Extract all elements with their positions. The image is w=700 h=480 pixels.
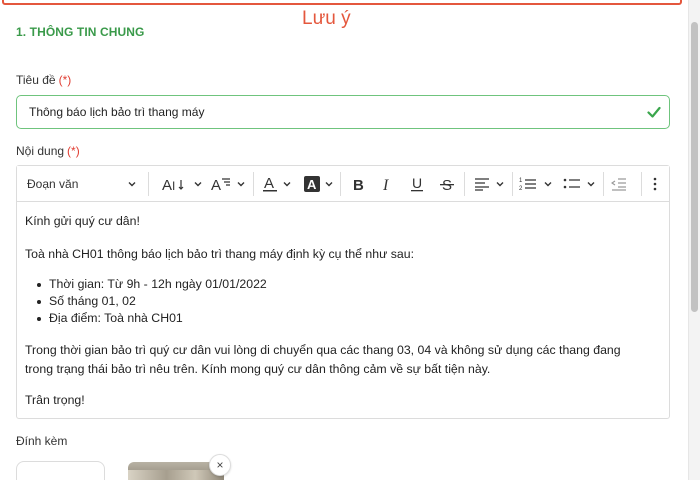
outdent-button[interactable] xyxy=(607,171,631,197)
body-paragraph-line: Trong thời gian bảo trì quý cư dân vui l… xyxy=(25,343,621,357)
toolbar-divider xyxy=(464,172,465,196)
toolbar-divider xyxy=(148,172,149,196)
required-mark: (*) xyxy=(67,144,80,158)
content-label-text: Nội dung xyxy=(16,144,65,158)
bulleted-list-icon xyxy=(563,178,580,189)
numbered-list-button[interactable]: 1 2 xyxy=(517,171,539,197)
list-item: Thời gian: Từ 9h - 12h ngày 01/01/2022 xyxy=(25,276,645,293)
chevron-down-icon xyxy=(325,182,333,187)
bold-button[interactable]: B xyxy=(345,171,371,197)
page-scrollbar-thumb[interactable] xyxy=(691,22,698,312)
bulleted-list-button[interactable] xyxy=(561,171,583,197)
text-format-button[interactable]: A xyxy=(207,171,235,197)
font-size-icon: A I xyxy=(162,177,184,192)
list-item: Địa điểm: Toà nhà CH01 xyxy=(25,310,645,327)
alert-box-border xyxy=(2,0,682,5)
svg-text:I: I xyxy=(172,179,175,192)
check-icon xyxy=(647,106,661,118)
numbered-list-dropdown[interactable] xyxy=(542,171,554,197)
strikethrough-icon: S xyxy=(440,177,454,192)
chevron-down-icon xyxy=(496,182,504,187)
font-color-button[interactable]: A xyxy=(260,171,280,197)
svg-text:2: 2 xyxy=(519,186,523,192)
rich-text-editor: Đoạn văn A I A A A B I U S 1 2 Kính gửi … xyxy=(16,165,670,419)
font-size-dropdown[interactable] xyxy=(193,171,203,197)
editor-toolbar: Đoạn văn A I A A A B I U S 1 2 xyxy=(17,166,669,202)
heading-select-value: Đoạn văn xyxy=(27,177,79,191)
numbered-list-icon: 1 2 xyxy=(519,178,536,192)
chevron-down-icon xyxy=(237,182,245,187)
toolbar-divider xyxy=(253,172,254,196)
text-format-dropdown[interactable] xyxy=(235,171,247,197)
underline-icon: U xyxy=(411,175,423,192)
body-paragraph-line: trong trạng thái bảo trì nêu trên. Kính … xyxy=(25,362,491,376)
list-item: Số tháng 01, 02 xyxy=(25,293,645,310)
svg-text:A: A xyxy=(264,175,274,192)
remove-attachment-button[interactable]: × xyxy=(209,454,231,476)
chevron-down-icon xyxy=(544,182,552,187)
bold-icon: B xyxy=(353,177,364,192)
outdent-icon xyxy=(611,178,626,191)
close-icon: × xyxy=(216,458,224,472)
title-input-wrapper xyxy=(16,95,670,129)
italic-icon: I xyxy=(382,177,389,192)
text-format-icon: A xyxy=(211,177,230,192)
font-color-dropdown[interactable] xyxy=(281,171,293,197)
title-label: Tiêu đề (*) xyxy=(16,73,71,87)
more-icon xyxy=(653,177,657,191)
align-dropdown[interactable] xyxy=(494,171,506,197)
chevron-down-icon xyxy=(194,182,202,187)
required-mark: (*) xyxy=(58,73,72,87)
chevron-down-icon xyxy=(283,182,291,187)
closing-paragraph: Trân trọng! xyxy=(25,393,85,407)
font-color-icon: A xyxy=(263,175,277,192)
svg-text:B: B xyxy=(353,177,364,192)
align-button[interactable] xyxy=(470,171,494,197)
title-input[interactable] xyxy=(29,96,629,128)
bulleted-list-dropdown[interactable] xyxy=(585,171,597,197)
title-label-text: Tiêu đề xyxy=(16,73,56,87)
toolbar-divider xyxy=(512,172,513,196)
greeting-paragraph: Kính gửi quý cư dân! xyxy=(25,214,140,228)
details-list: Thời gian: Từ 9h - 12h ngày 01/01/2022 S… xyxy=(25,276,645,327)
svg-text:1: 1 xyxy=(519,178,523,184)
svg-text:U: U xyxy=(412,175,422,191)
heading-select[interactable]: Đoạn văn xyxy=(23,171,141,197)
background-color-button[interactable]: A xyxy=(302,171,322,197)
italic-button[interactable]: I xyxy=(374,171,400,197)
content-label: Nội dung (*) xyxy=(16,144,80,158)
align-icon xyxy=(475,178,489,191)
font-size-button[interactable]: A I xyxy=(154,171,194,197)
add-attachment-box[interactable] xyxy=(16,461,105,480)
svg-text:A: A xyxy=(211,177,221,192)
background-color-dropdown[interactable] xyxy=(323,171,335,197)
attachments-label: Đính kèm xyxy=(16,434,68,448)
strikethrough-button[interactable]: S xyxy=(434,171,460,197)
toolbar-divider xyxy=(641,172,642,196)
intro-paragraph: Toà nhà CH01 thông báo lịch bảo trì than… xyxy=(25,247,414,261)
more-options-button[interactable] xyxy=(647,171,663,197)
chevron-down-icon xyxy=(128,182,136,187)
toolbar-divider xyxy=(340,172,341,196)
note-label: Lưu ý xyxy=(302,8,351,29)
chevron-down-icon xyxy=(587,182,595,187)
section-title: 1. THÔNG TIN CHUNG xyxy=(16,25,145,39)
svg-text:A: A xyxy=(307,177,317,192)
background-color-icon: A xyxy=(304,176,320,192)
svg-text:A: A xyxy=(162,177,172,192)
svg-text:I: I xyxy=(382,177,389,192)
underline-button[interactable]: U xyxy=(404,171,430,197)
toolbar-divider xyxy=(603,172,604,196)
